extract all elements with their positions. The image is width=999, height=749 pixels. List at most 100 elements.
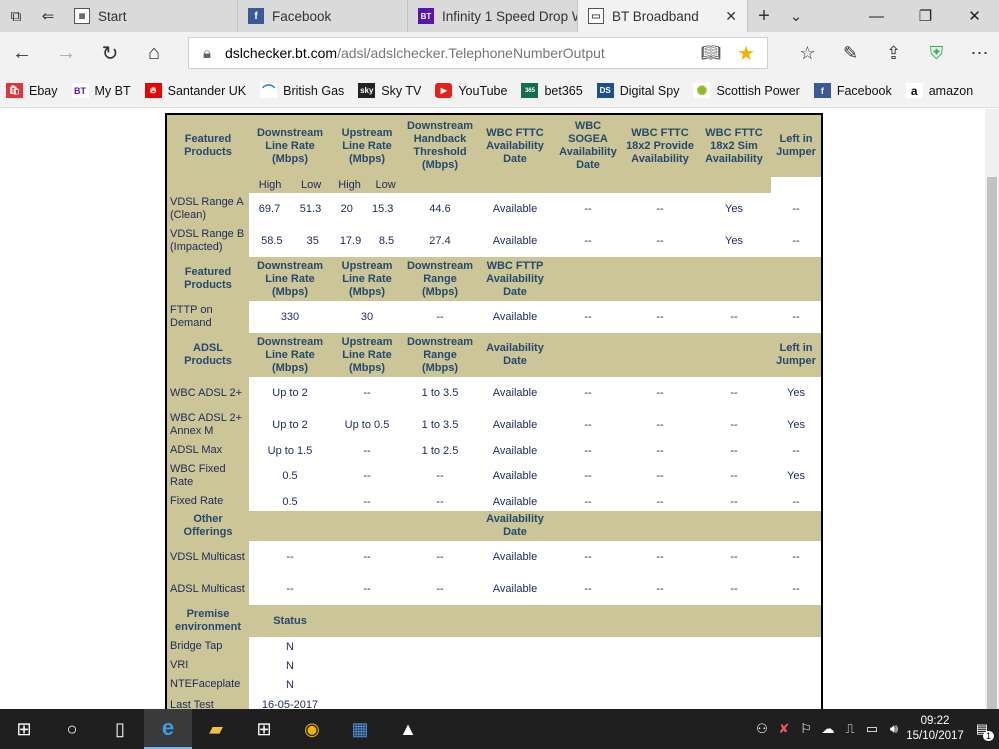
value: -- xyxy=(771,225,821,257)
web-note-icon[interactable]: ✎ xyxy=(829,32,872,74)
fav-mybt[interactable]: BT My BT xyxy=(71,83,131,98)
value: -- xyxy=(697,377,771,409)
fav-facebook[interactable]: f Facebook xyxy=(813,83,892,98)
antivirus-icon[interactable]: ✘ xyxy=(773,721,795,737)
value: -- xyxy=(623,573,697,605)
action-center-icon[interactable]: ▤ 1 xyxy=(965,721,999,741)
share-icon[interactable]: ⇪ xyxy=(872,32,915,74)
photos-icon[interactable]: ▲ xyxy=(384,709,432,749)
page-scrollbar[interactable] xyxy=(985,109,999,709)
restore-icon[interactable]: ❐ xyxy=(901,0,950,32)
empty-cell xyxy=(331,605,821,637)
tab-start[interactable]: ▦ Start xyxy=(64,0,238,32)
system-tray: ⚇ ✘ ⚐ ☁ ⎍ ▭ 🔊︎ 09:22 15/10/2017 ▤ 1 xyxy=(751,709,999,749)
value: -- xyxy=(623,225,697,257)
scrollbar-thumb[interactable] xyxy=(987,177,997,709)
home-icon[interactable]: ⌂ xyxy=(132,32,176,74)
fav-youtube[interactable]: ▶ YouTube xyxy=(435,83,507,98)
minimize-icon[interactable]: — xyxy=(852,0,901,32)
britishgas-icon: ⌒ xyxy=(260,83,278,99)
new-tab-icon[interactable]: + xyxy=(748,0,780,32)
value: -- xyxy=(553,377,623,409)
volume-icon[interactable]: 🔊︎ xyxy=(883,721,905,737)
fav-santander[interactable]: 🔥︎ Santander UK xyxy=(144,83,246,98)
value: -- xyxy=(771,573,821,605)
address-bar[interactable]: 🔒︎ dslchecker.bt.com /adsl/adslchecker.T… xyxy=(188,37,768,69)
value: 15.3 xyxy=(371,203,394,215)
value: -- xyxy=(697,441,771,460)
table-row: VDSL Multicast -- -- -- Available -- -- … xyxy=(167,541,821,573)
col-header: WBC SOGEA Availability Date xyxy=(553,115,623,177)
favorite-star-icon[interactable]: ★ xyxy=(737,41,755,66)
value: -- xyxy=(553,225,623,257)
tab-facebook[interactable]: f Facebook xyxy=(238,0,408,32)
fav-digitalspy[interactable]: DS Digital Spy xyxy=(596,83,679,98)
close-window-icon[interactable]: ✕ xyxy=(950,0,999,32)
row-label: WBC Fixed Rate xyxy=(167,460,249,492)
chrome-icon[interactable]: ◉ xyxy=(288,709,336,749)
battery-icon[interactable]: ▭ xyxy=(861,721,883,737)
close-tab-icon[interactable]: ✕ xyxy=(725,8,737,25)
fav-amazon[interactable]: a amazon xyxy=(905,83,974,98)
word-icon[interactable]: ▦ xyxy=(336,709,384,749)
row-label: VDSL Range B (Impacted) xyxy=(167,225,249,257)
edge-icon[interactable]: e xyxy=(144,709,192,749)
col-header: Downstream Range (Mbps) xyxy=(403,257,477,301)
usb-icon[interactable]: ⎍ xyxy=(839,721,861,737)
empty-cell xyxy=(553,511,821,541)
value: Yes xyxy=(771,460,821,492)
back-icon[interactable]: ← xyxy=(0,32,44,74)
value: 16-05-2017 xyxy=(249,694,331,709)
table-row: FTTP on Demand 330 30 -- Available -- --… xyxy=(167,301,821,333)
fav-scottishpower[interactable]: ✺ Scottish Power xyxy=(693,83,800,98)
taskbar: ⊞ ○ ▯ e ▰ ⊞ ◉ ▦ ▲ ⚇ ✘ ⚐ ☁ ⎍ ▭ 🔊︎ 09:22 1… xyxy=(0,709,999,749)
value: Available xyxy=(477,377,553,409)
shield-icon[interactable]: ⛨ xyxy=(915,32,958,74)
fav-label: Scottish Power xyxy=(716,83,800,98)
windows-start-icon[interactable]: ⊞ xyxy=(0,709,48,749)
browser-window: ⧉ ⇐ ▦ Start f Facebook BT Infinity 1 Spe… xyxy=(0,0,999,749)
value: -- xyxy=(697,409,771,441)
file-explorer-icon[interactable]: ▰ xyxy=(192,709,240,749)
fav-bet365[interactable]: 365 bet365 xyxy=(521,83,583,98)
value: -- xyxy=(771,301,821,333)
fav-britishgas[interactable]: ⌒ British Gas xyxy=(260,83,345,99)
tab-bt-broadband[interactable]: ▭ BT Broadband ✕ xyxy=(578,0,748,32)
favorites-hub-icon[interactable]: ☆ xyxy=(786,32,829,74)
forward-icon[interactable]: → xyxy=(44,32,88,74)
tab-manager-icon[interactable]: ⧉ xyxy=(0,0,32,32)
tab-infinity[interactable]: BT Infinity 1 Speed Drop W xyxy=(408,0,578,32)
tab-list-chevron-icon[interactable]: ⌄ xyxy=(780,0,812,32)
refresh-icon[interactable]: ↻ xyxy=(88,32,132,74)
value: Yes xyxy=(771,409,821,441)
task-view-icon[interactable]: ▯ xyxy=(96,709,144,749)
cortana-search-icon[interactable]: ○ xyxy=(48,709,96,749)
table-row: ADSL Multicast -- -- -- Available -- -- … xyxy=(167,573,821,605)
reading-view-icon[interactable]: 📖︎ xyxy=(701,43,721,63)
premise-header-row: Premise environment Status xyxy=(167,605,821,637)
fav-label: Sky TV xyxy=(381,83,422,98)
value: -- xyxy=(623,492,697,511)
fav-label: British Gas xyxy=(283,83,345,98)
fav-ebay[interactable]: 🛍︎ Ebay xyxy=(6,83,58,98)
more-icon[interactable]: ⋯ xyxy=(958,32,999,74)
value: -- xyxy=(331,441,403,460)
high-low-cell: High Low xyxy=(331,177,403,193)
fav-label: amazon xyxy=(928,83,974,98)
value: -- xyxy=(623,541,697,573)
value: -- xyxy=(403,573,477,605)
store-icon[interactable]: ⊞ xyxy=(240,709,288,749)
fav-skytv[interactable]: sky Sky TV xyxy=(358,83,421,98)
tab-preview-icon[interactable]: ⇐ xyxy=(32,0,64,32)
col-header: Premise environment xyxy=(167,605,249,637)
value: Available xyxy=(477,573,553,605)
onedrive-icon[interactable]: ☁ xyxy=(817,721,839,737)
network-status-icon[interactable]: ⚐ xyxy=(795,721,817,737)
other-header-row: Other Offerings Availability Date xyxy=(167,511,821,541)
santander-icon: 🔥︎ xyxy=(144,83,162,98)
col-header: ADSL Products xyxy=(167,333,249,377)
value: Available xyxy=(477,492,553,511)
people-icon[interactable]: ⚇ xyxy=(751,721,773,737)
value: 27.4 xyxy=(403,225,477,257)
clock[interactable]: 09:22 15/10/2017 xyxy=(905,714,965,744)
